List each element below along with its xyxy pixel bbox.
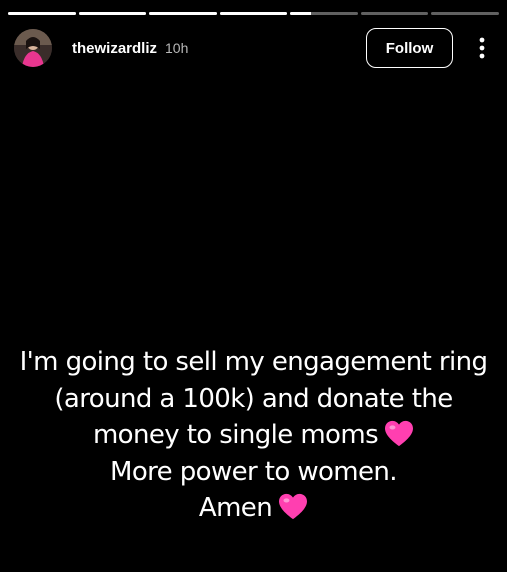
pink-heart-icon [385,420,414,447]
username[interactable]: thewizardliz [72,40,157,57]
caption-line: money to single moms [0,417,507,454]
story-progress-fill [8,12,76,15]
story-progress-fill [78,12,147,15]
story-progress-segment [360,12,429,15]
story-progress-segment [149,12,217,15]
avatar[interactable] [14,29,52,67]
story-progress-segment [431,12,500,15]
follow-button[interactable]: Follow [366,28,453,68]
story-header: thewizardliz 10h Follow [14,28,493,68]
caption-line: (around a 100k) and donate the [54,383,453,414]
story-progress-segment [290,12,358,15]
more-vertical-icon [479,37,485,59]
caption-line: Amen [0,490,507,527]
pink-heart-icon [279,493,308,520]
story-progress-segment [219,12,288,15]
caption-line: More power to women. [110,456,398,487]
timestamp: 10h [165,40,189,56]
more-options-button[interactable] [471,28,493,68]
story-progress-fill [219,12,288,15]
story-caption: I'm going to sell my engagement ring (ar… [0,344,507,527]
story-progress-segment [78,12,147,15]
caption-line: I'm going to sell my engagement ring [19,347,488,377]
avatar-image [14,29,52,67]
story-progress-fill [149,12,217,15]
story-progress-fill [290,12,311,15]
story-progress-segment [8,12,76,15]
story-progress-bar [8,12,500,15]
